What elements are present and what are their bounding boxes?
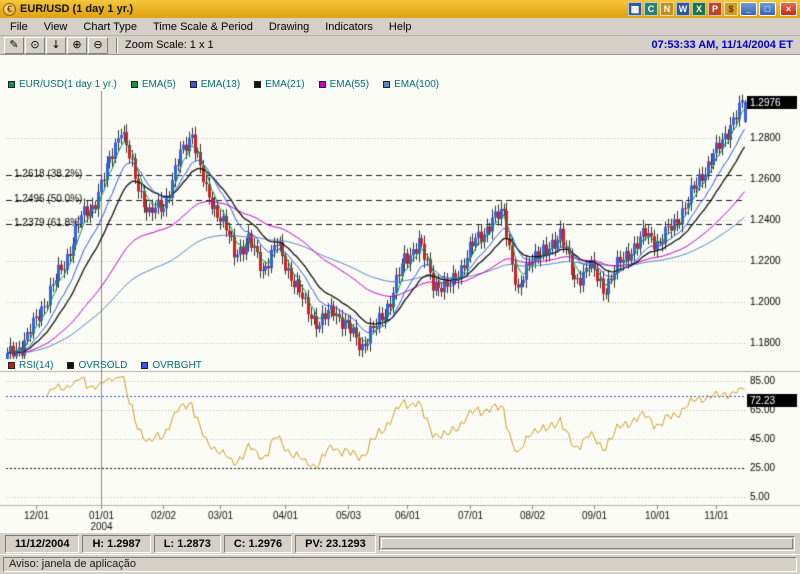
- money-icon[interactable]: $: [724, 2, 738, 16]
- zoom-in-icon[interactable]: ⊕: [67, 37, 87, 54]
- chart-scrollbar[interactable]: [379, 536, 795, 551]
- main-legend-swatch: [319, 81, 326, 88]
- notes-app-icon[interactable]: N: [660, 2, 674, 16]
- word-icon[interactable]: W: [676, 2, 690, 16]
- app-icon: €: [3, 3, 16, 16]
- rsi-legend-label: RSI(14): [19, 360, 53, 371]
- main-legend-item: EMA(55): [319, 79, 369, 90]
- crosshair-tool-icon[interactable]: ⊙: [25, 37, 45, 54]
- main-legend-item: EMA(21): [254, 79, 304, 90]
- zoom-scale-label: Zoom Scale: 1 x 1: [125, 39, 214, 51]
- main-legend-label: EUR/USD(1 day 1 yr.): [19, 79, 117, 90]
- menu-item-time-scale-period[interactable]: Time Scale & Period: [145, 19, 261, 35]
- window-title: EUR/USD (1 day 1 yr.): [20, 3, 133, 15]
- rsi-legend-item: RSI(14): [8, 360, 53, 371]
- rsi-legend-swatch: [141, 362, 148, 369]
- main-legend-label: EMA(21): [265, 79, 304, 90]
- main-legend-swatch: [254, 81, 261, 88]
- draw-line-tool-icon[interactable]: ✎: [4, 37, 24, 54]
- browser-status-text: Aviso: janela de aplicação: [3, 557, 797, 572]
- menu-item-chart-type[interactable]: Chart Type: [75, 19, 145, 35]
- toolbar-separator: [116, 38, 118, 53]
- main-legend-item: EMA(13): [190, 79, 240, 90]
- footer-bar: Aviso: janela de aplicação: [0, 554, 800, 574]
- grid-app-icon[interactable]: ▦: [628, 2, 642, 16]
- main-legend-swatch: [383, 81, 390, 88]
- rsi-legend-swatch: [67, 362, 74, 369]
- close-button[interactable]: ×: [780, 2, 797, 16]
- main-legend-swatch: [190, 81, 197, 88]
- menu-item-file[interactable]: File: [2, 19, 36, 35]
- chart-canvas[interactable]: [0, 55, 800, 532]
- main-legend-item: EMA(5): [131, 79, 176, 90]
- main-legend-label: EMA(55): [330, 79, 369, 90]
- menu-item-help[interactable]: Help: [381, 19, 420, 35]
- rsi-legend-item: OVRSOLD: [67, 360, 127, 371]
- main-legend-item: EUR/USD(1 day 1 yr.): [8, 79, 117, 90]
- ppt-icon[interactable]: P: [708, 2, 722, 16]
- main-legend-item: EMA(100): [383, 79, 439, 90]
- chart-app-icon[interactable]: C: [644, 2, 658, 16]
- status-close-box: C: 1.2976: [224, 535, 292, 553]
- status-low-box: L: 1.2873: [154, 535, 221, 553]
- menu-bar: FileViewChart TypeTime Scale & PeriodDra…: [0, 18, 800, 36]
- status-high-box: H: 1.2987: [82, 535, 150, 553]
- title-bar[interactable]: € EUR/USD (1 day 1 yr.) ▦CNWXP$ _ □ ×: [0, 0, 800, 18]
- main-legend-label: EMA(13): [201, 79, 240, 90]
- titlebar-tray: ▦CNWXP$: [626, 2, 738, 16]
- rsi-legend-item: OVRBGHT: [141, 360, 201, 371]
- zoom-out-icon[interactable]: ⊖: [88, 37, 108, 54]
- main-legend-label: EMA(100): [394, 79, 439, 90]
- status-bar: 11/12/2004 H: 1.2987 L: 1.2873 C: 1.2976…: [0, 532, 800, 554]
- maximize-button[interactable]: □: [759, 2, 776, 16]
- toolbar-tools: ✎⊙↓⊕⊖: [4, 37, 109, 54]
- rsi-legend-label: OVRBGHT: [152, 360, 201, 371]
- excel-icon[interactable]: X: [692, 2, 706, 16]
- menu-item-drawing[interactable]: Drawing: [261, 19, 317, 35]
- status-pivot-box: PV: 23.1293: [295, 535, 376, 553]
- rsi-legend: RSI(14) OVRSOLD OVRBGHT: [8, 360, 202, 371]
- menu-item-view[interactable]: View: [36, 19, 76, 35]
- main-legend-label: EMA(5): [142, 79, 176, 90]
- scrollbar-thumb[interactable]: [381, 538, 793, 549]
- status-date-box: 11/12/2004: [5, 535, 79, 553]
- rsi-legend-swatch: [8, 362, 15, 369]
- rsi-legend-label: OVRSOLD: [78, 360, 127, 371]
- clock-display: 07:53:33 AM, 11/14/2004 ET: [652, 39, 796, 51]
- minimize-button[interactable]: _: [740, 2, 757, 16]
- main-legend-swatch: [131, 81, 138, 88]
- menu-item-indicators[interactable]: Indicators: [317, 19, 381, 35]
- app-window: { "window": { "title": "EUR/USD (1 day 1…: [0, 0, 800, 574]
- main-chart-legend: EUR/USD(1 day 1 yr.) EMA(5) EMA(13) EMA(21)…: [8, 79, 439, 90]
- main-legend-swatch: [8, 81, 15, 88]
- toolbar: ✎⊙↓⊕⊖ Zoom Scale: 1 x 1 07:53:33 AM, 11/…: [0, 36, 800, 55]
- arrow-down-tool-icon[interactable]: ↓: [46, 37, 66, 54]
- chart-region: EUR/USD(1 day 1 yr.) EMA(5) EMA(13) EMA(21)…: [0, 55, 800, 532]
